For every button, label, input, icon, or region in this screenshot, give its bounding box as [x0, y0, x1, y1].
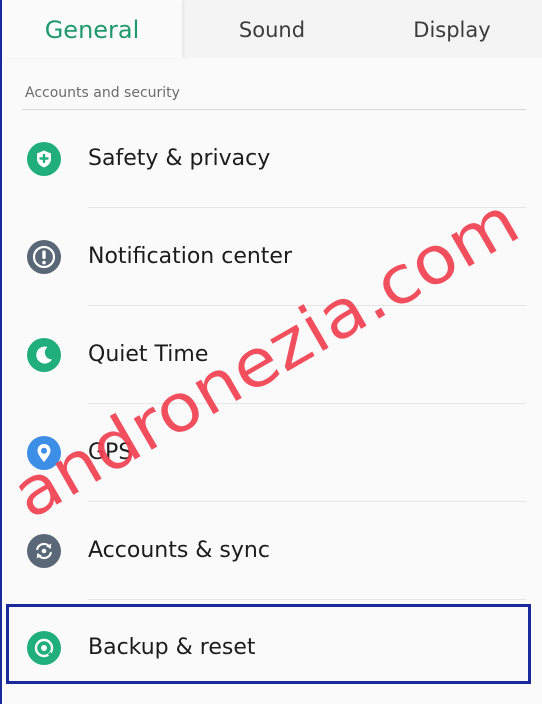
backup-restore-icon [27, 631, 61, 665]
settings-item-safety-privacy[interactable]: Safety & privacy [2, 110, 542, 208]
shield-plus-icon [27, 142, 61, 176]
settings-item-label: Backup & reset [88, 635, 256, 660]
settings-item-backup-reset[interactable]: Backup & reset [2, 599, 542, 697]
tab-general[interactable]: General [2, 0, 182, 58]
settings-item-quiet-time[interactable]: Quiet Time [2, 306, 542, 404]
sync-icon [27, 534, 61, 568]
tab-bar: General Sound Display [2, 0, 542, 58]
settings-item-label: Accounts & sync [88, 538, 270, 563]
section-header: Accounts and security [25, 85, 180, 101]
exclamation-icon [27, 240, 61, 274]
settings-item-label: Quiet Time [88, 342, 209, 367]
location-pin-icon [27, 436, 61, 470]
settings-item-label: Notification center [88, 244, 293, 269]
settings-item-label: GPS [88, 440, 133, 465]
settings-item-gps[interactable]: GPS [2, 404, 542, 502]
settings-item-notification-center[interactable]: Notification center [2, 208, 542, 306]
moon-icon [27, 338, 61, 372]
tab-display[interactable]: Display [362, 0, 542, 58]
settings-item-accounts-sync[interactable]: Accounts & sync [2, 502, 542, 600]
settings-item-label: Safety & privacy [88, 146, 271, 171]
tab-sound[interactable]: Sound [182, 0, 362, 58]
